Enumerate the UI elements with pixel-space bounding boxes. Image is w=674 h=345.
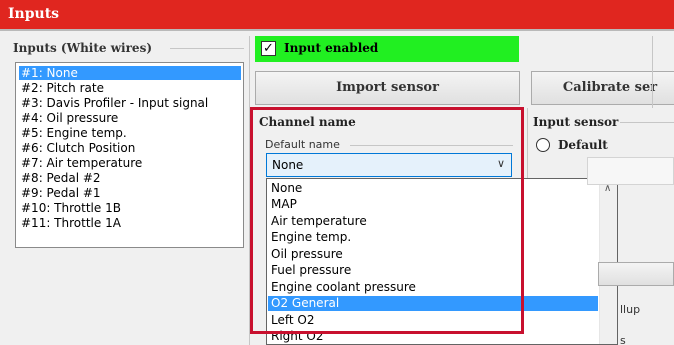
default-radio-label: Default [558, 138, 608, 152]
inputs-listbox[interactable]: #1: None #2: Pitch rate #3: Davis Profil… [15, 62, 244, 248]
list-item[interactable]: #4: Oil pressure [19, 111, 241, 125]
partial-label: s [620, 334, 626, 345]
default-radio[interactable] [536, 138, 550, 152]
input-enabled-bar[interactable]: ✓ Input enabled [255, 36, 519, 62]
list-item[interactable]: #11: Throttle 1A [19, 216, 241, 230]
window-title: Inputs [8, 6, 60, 22]
inputs-group-label: Inputs (White wires) [13, 41, 153, 55]
import-sensor-button[interactable]: Import sensor [255, 71, 520, 105]
input-enabled-label: Input enabled [284, 41, 379, 55]
highlight-annotation [250, 107, 524, 334]
divider [620, 122, 674, 123]
list-item[interactable]: #1: None [19, 66, 241, 80]
list-item[interactable]: #6: Clutch Position [19, 141, 241, 155]
list-item[interactable]: #5: Engine temp. [19, 126, 241, 140]
sensor-field[interactable] [587, 157, 674, 185]
input-sensor-title: Input sensor [533, 115, 619, 129]
sensor-button[interactable] [598, 262, 674, 286]
list-item[interactable]: #10: Throttle 1B [19, 201, 241, 215]
list-item[interactable]: #8: Pedal #2 [19, 171, 241, 185]
input-enabled-checkbox[interactable]: ✓ [261, 41, 276, 56]
window-titlebar: Inputs [0, 0, 674, 31]
partial-label: llup [620, 303, 641, 316]
list-item[interactable]: #7: Air temperature [19, 156, 241, 170]
list-item[interactable]: #9: Pedal #1 [19, 186, 241, 200]
list-item[interactable]: #2: Pitch rate [19, 81, 241, 95]
list-item[interactable]: #3: Davis Profiler - Input signal [19, 96, 241, 110]
group-divider [170, 48, 244, 49]
divider [652, 36, 653, 108]
